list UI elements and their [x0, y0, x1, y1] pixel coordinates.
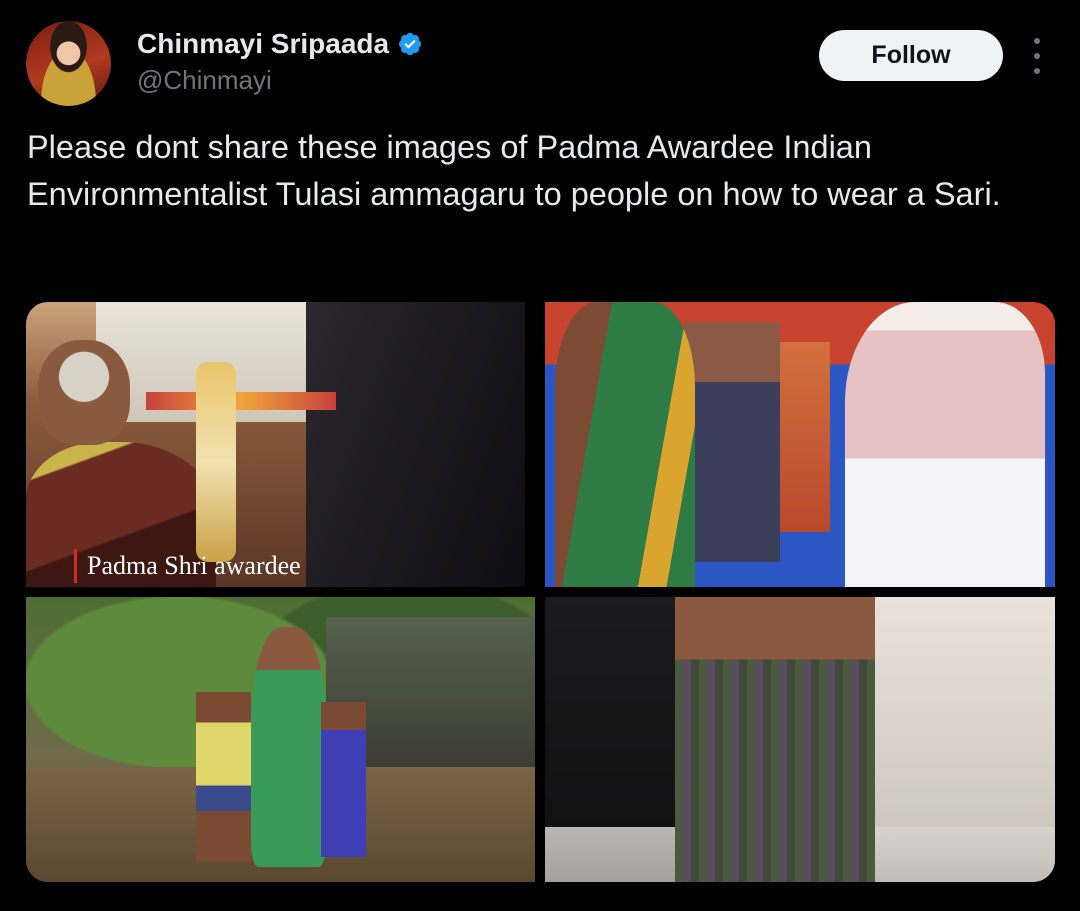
photo-detail	[845, 302, 1045, 587]
photo-detail	[306, 302, 525, 587]
avatar[interactable]	[26, 21, 111, 106]
photo-detail	[196, 692, 251, 862]
more-vertical-icon[interactable]	[1024, 38, 1050, 74]
author-name-row: Chinmayi Sripaada	[137, 28, 423, 60]
photo-award-ceremony[interactable]: Padma Shri awardee	[26, 302, 525, 587]
photo-caption-wrap: Padma Shri awardee	[74, 549, 301, 583]
photo-detail	[251, 627, 326, 867]
photo-caption: Padma Shri awardee	[87, 551, 301, 580]
tweet-card: Chinmayi Sripaada @Chinmayi Follow Pleas…	[0, 0, 1080, 911]
caption-accent-bar	[74, 549, 77, 583]
photo-detail	[321, 702, 366, 857]
author-handle[interactable]: @Chinmayi	[137, 64, 272, 96]
photo-forest[interactable]	[26, 597, 535, 882]
photo-detail	[196, 362, 236, 562]
follow-button[interactable]: Follow	[819, 30, 1003, 81]
photo-detail	[146, 392, 336, 410]
verified-badge-icon	[397, 31, 423, 57]
media-grid: Padma Shri awardee	[26, 302, 1055, 882]
photo-detail	[555, 302, 695, 587]
tweet-text: Please dont share these images of Padma …	[27, 129, 1001, 212]
photo-sari-back[interactable]	[545, 597, 1055, 882]
photo-detail	[675, 597, 875, 882]
photo-felicitation[interactable]	[545, 302, 1055, 587]
photo-detail	[685, 322, 780, 562]
photo-detail	[38, 340, 130, 445]
author-display-name[interactable]: Chinmayi Sripaada	[137, 28, 389, 60]
